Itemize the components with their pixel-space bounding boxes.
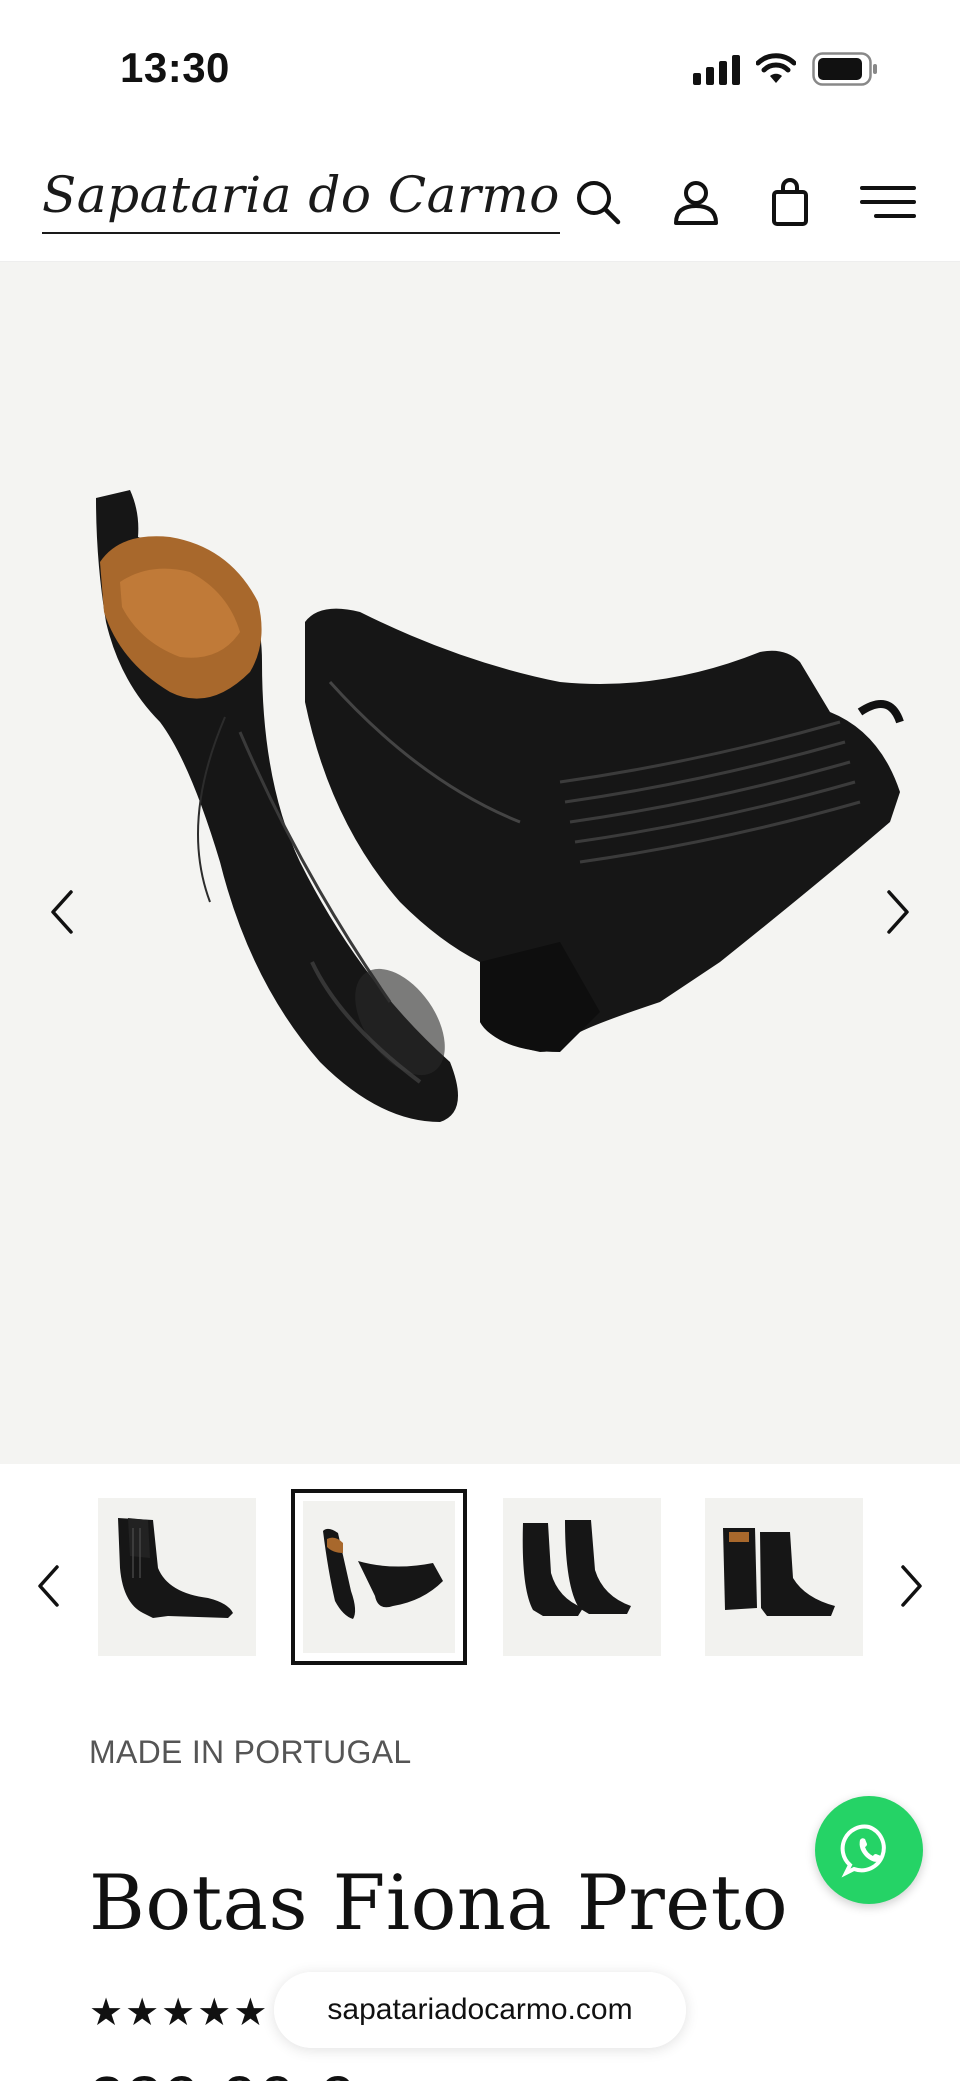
- cellular-signal-icon: [693, 53, 740, 85]
- product-main-image: [96, 490, 904, 1122]
- product-rating[interactable]: ★ ★ ★ ★ ★: [89, 1994, 267, 2032]
- status-time: 13:30: [120, 44, 230, 91]
- status-bar: 13:30: [0, 0, 960, 140]
- shopping-bag-icon[interactable]: [762, 174, 818, 230]
- star-icon: ★: [161, 1992, 196, 2034]
- status-icons: [693, 52, 878, 86]
- menu-icon[interactable]: [860, 174, 916, 230]
- product-price: 239,00 €: [89, 2062, 354, 2081]
- thumbnails-next-arrow[interactable]: [892, 1556, 932, 1616]
- site-logo[interactable]: Sapataria do Carmo: [42, 166, 560, 234]
- thumbnail-1[interactable]: [98, 1498, 256, 1656]
- star-icon: ★: [233, 1992, 268, 2034]
- whatsapp-chat-button[interactable]: [815, 1796, 923, 1904]
- thumbnail-2[interactable]: [291, 1489, 467, 1665]
- thumbnail-3[interactable]: [503, 1498, 661, 1656]
- thumbnail-strip: [0, 1464, 960, 1684]
- product-origin-label: MADE IN PORTUGAL: [89, 1734, 412, 1770]
- site-header: Sapataria do Carmo: [0, 140, 960, 262]
- browser-url-bar[interactable]: sapatariadocarmo.com: [274, 1972, 686, 2048]
- product-title: Botas Fiona Preto: [89, 1858, 789, 1947]
- whatsapp-icon: [840, 1824, 886, 1878]
- hero-next-arrow[interactable]: [874, 882, 924, 942]
- product-image-gallery[interactable]: [0, 262, 960, 1464]
- hero-previous-arrow[interactable]: [36, 882, 86, 942]
- account-icon[interactable]: [668, 174, 724, 230]
- thumbnails-previous-arrow[interactable]: [28, 1556, 68, 1616]
- star-icon: ★: [197, 1992, 232, 2034]
- search-icon[interactable]: [570, 174, 626, 230]
- star-icon: ★: [89, 1992, 124, 2034]
- battery-icon: [812, 52, 877, 86]
- thumbnail-4[interactable]: [705, 1498, 863, 1656]
- wifi-icon: [756, 53, 796, 83]
- star-icon: ★: [125, 1992, 160, 2034]
